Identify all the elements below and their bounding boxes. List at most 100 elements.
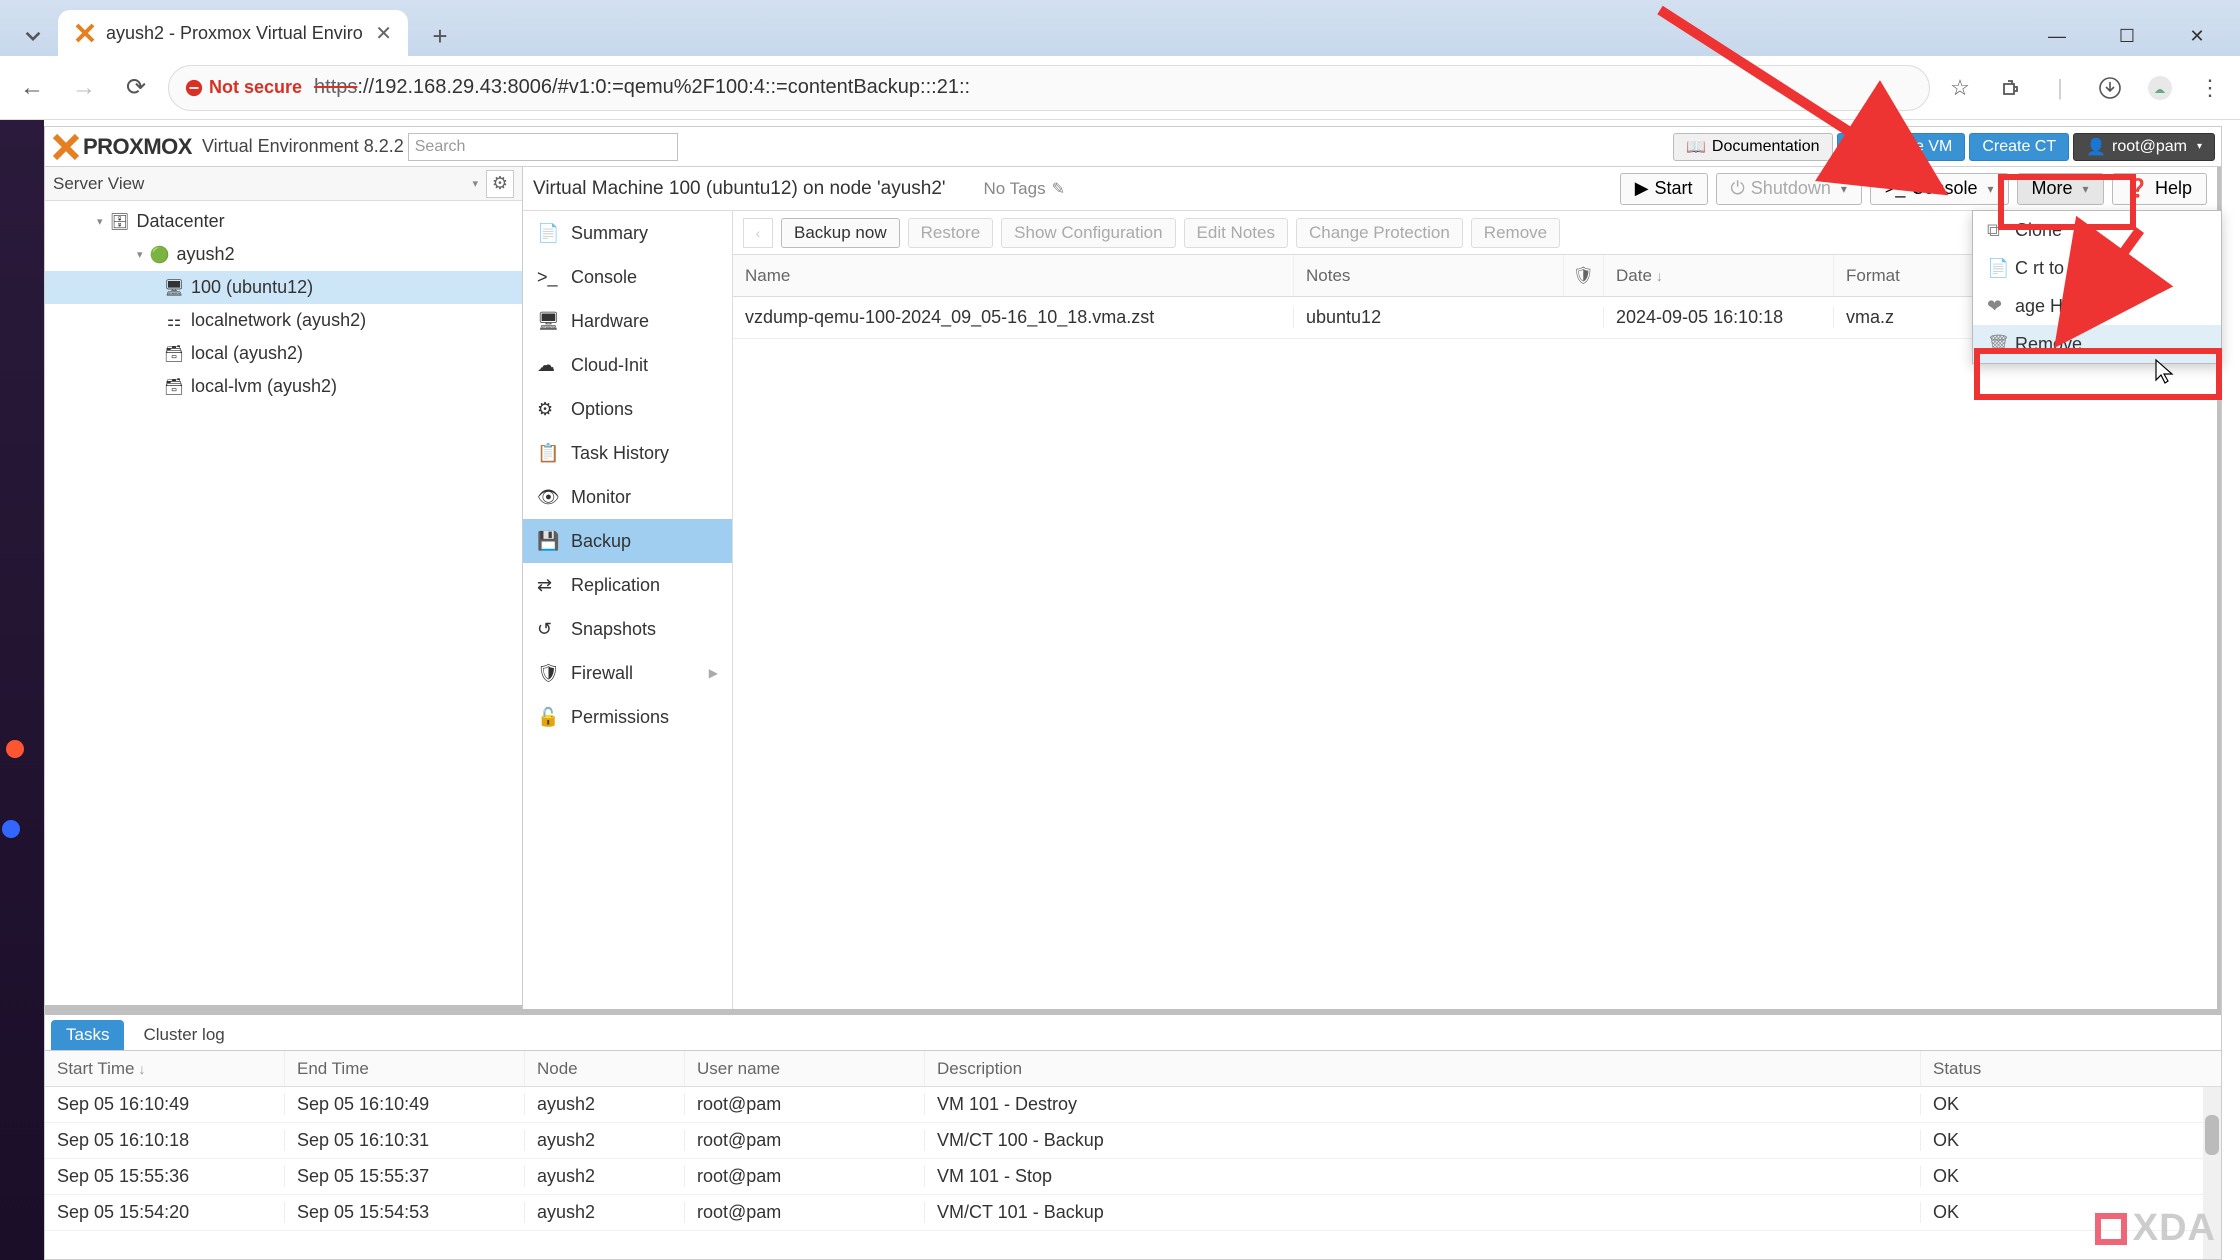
nav-item-summary[interactable]: 📄Summary [523, 211, 732, 255]
menu-item-remove[interactable]: 🗑Remove [1973, 325, 2221, 363]
forward-button[interactable]: → [64, 68, 104, 108]
sort-desc-icon: ↓ [138, 1061, 145, 1077]
shutdown-button[interactable]: ⏻Shutdown [1716, 173, 1862, 205]
task-node: ayush2 [525, 1130, 685, 1151]
tree-item-2[interactable]: 🖥100 (ubuntu12) [45, 271, 522, 304]
col-notes[interactable]: Notes [1293, 255, 1563, 296]
browser-tab[interactable]: ayush2 - Proxmox Virtual Enviro ✕ [58, 10, 408, 56]
power-icon: ⏻ [1731, 178, 1745, 199]
menu-icon[interactable]: ⋮ [2192, 70, 2228, 106]
back-button[interactable]: ← [12, 68, 52, 108]
create-vm-button[interactable]: 🖥Create VM [1837, 133, 1966, 161]
col-protection[interactable]: 🛡 [1563, 255, 1603, 296]
tree-dropdown-icon[interactable]: ▾ [472, 177, 478, 190]
col-node[interactable]: Node [525, 1051, 685, 1086]
page-prev-button[interactable]: ‹ [743, 218, 773, 248]
tree-settings-button[interactable]: ⚙ [486, 170, 514, 198]
tab-cluster-log[interactable]: Cluster log [128, 1020, 239, 1050]
extensions-icon[interactable] [1992, 70, 2028, 106]
create-ct-button[interactable]: Create CT [1969, 133, 2069, 161]
nav-item-backup[interactable]: 💾Backup [523, 519, 732, 563]
task-row[interactable]: Sep 05 15:55:36Sep 05 15:55:37ayush2root… [45, 1159, 2221, 1195]
nav-item-task-history[interactable]: 📋Task History [523, 431, 732, 475]
nav-label: Cloud-Init [571, 355, 648, 376]
task-end: Sep 05 15:54:53 [285, 1202, 525, 1223]
edit-notes-button[interactable]: Edit Notes [1184, 218, 1288, 248]
col-start-time[interactable]: Start Time↓ [45, 1051, 285, 1086]
proxmox-logo[interactable]: PROXMOX [51, 130, 192, 164]
divider-icon: | [2042, 70, 2078, 106]
nav-item-console[interactable]: >_Console [523, 255, 732, 299]
new-tab-button[interactable]: + [420, 16, 460, 56]
console-button[interactable]: >_Console [1870, 173, 2009, 205]
col-date[interactable]: Date↓ [1603, 255, 1833, 296]
not-secure-badge[interactable]: Not secure [185, 77, 302, 98]
nav-item-hardware[interactable]: 🖥Hardware [523, 299, 732, 343]
tab-search-dropdown[interactable] [8, 16, 58, 56]
close-tab-icon[interactable]: ✕ [375, 21, 392, 46]
user-menu-button[interactable]: 👤root@pam▾ [2073, 133, 2215, 161]
menu-icon: ⧉ [1987, 220, 2005, 241]
nav-item-replication[interactable]: ⇄Replication [523, 563, 732, 607]
col-name[interactable]: Name [733, 255, 1293, 296]
menu-item-clone[interactable]: ⧉ Clone [1973, 211, 2221, 249]
profile-icon[interactable] [2142, 70, 2178, 106]
col-description[interactable]: Description [925, 1051, 1921, 1086]
start-button[interactable]: ▶Start [1620, 173, 1708, 205]
proxmox-app: PROXMOX Virtual Environment 8.2.2 Search… [44, 126, 2222, 1260]
tree-item-5[interactable]: 🗃local-lvm (ayush2) [45, 370, 522, 403]
tree-item-label: localnetwork (ayush2) [191, 310, 366, 331]
tree-item-4[interactable]: 🗃local (ayush2) [45, 337, 522, 370]
nav-item-firewall[interactable]: 🛡Firewall▶ [523, 651, 732, 695]
tab-title: ayush2 - Proxmox Virtual Enviro [106, 23, 365, 44]
task-row[interactable]: Sep 05 16:10:49Sep 05 16:10:49ayush2root… [45, 1087, 2221, 1123]
storage-icon: 🗃 [163, 377, 185, 397]
reload-button[interactable]: ⟳ [116, 68, 156, 108]
task-row[interactable]: Sep 05 16:10:18Sep 05 16:10:31ayush2root… [45, 1123, 2221, 1159]
col-end-time[interactable]: End Time [285, 1051, 525, 1086]
help-button[interactable]: ❓Help [2112, 173, 2207, 205]
bookmark-icon[interactable]: ☆ [1942, 70, 1978, 106]
close-window-button[interactable]: ✕ [2162, 16, 2232, 56]
restore-button[interactable]: Restore [908, 218, 994, 248]
menu-item-manage-ha[interactable]: ❤ age HA [1973, 287, 2221, 325]
vm-icon: 🖥 [163, 278, 185, 298]
tree-item-3[interactable]: ⚏localnetwork (ayush2) [45, 304, 522, 337]
search-input[interactable]: Search [408, 133, 678, 161]
downloads-icon[interactable] [2092, 70, 2128, 106]
nav-item-options[interactable]: ⚙Options [523, 387, 732, 431]
scrollbar-thumb[interactable] [2205, 1115, 2219, 1155]
proxmox-x-icon [51, 132, 81, 162]
tree-header-label[interactable]: Server View [53, 174, 472, 194]
tree-item-1[interactable]: ▾🟢ayush2 [45, 238, 522, 271]
col-status[interactable]: Status [1921, 1051, 2221, 1086]
nav-item-monitor[interactable]: 👁Monitor [523, 475, 732, 519]
tree-item-0[interactable]: ▾🗄Datacenter [45, 205, 522, 238]
no-tags-label[interactable]: No Tags✎ [984, 179, 1065, 199]
nav-item-snapshots[interactable]: ↺Snapshots [523, 607, 732, 651]
remove-backup-button[interactable]: Remove [1471, 218, 1560, 248]
nav-icon: ⚙ [537, 399, 559, 420]
menu-icon: ❤ [1987, 296, 2005, 317]
nav-item-permissions[interactable]: 🔓Permissions [523, 695, 732, 739]
expand-icon[interactable]: ▾ [97, 215, 103, 228]
url-bar[interactable]: Not secure https://192.168.29.43:8006/#v… [168, 65, 1930, 111]
col-user[interactable]: User name [685, 1051, 925, 1086]
expand-icon[interactable]: ▾ [137, 248, 143, 261]
tree-header: Server View ▾ ⚙ [45, 167, 522, 201]
nav-item-cloud-init[interactable]: ☁Cloud-Init [523, 343, 732, 387]
menu-label: Clone [2015, 220, 2062, 241]
backup-now-button[interactable]: Backup now [781, 218, 900, 248]
menu-item-convert-to-template[interactable]: 📄C rt to template [1973, 249, 2221, 287]
documentation-button[interactable]: 📖Documentation [1673, 133, 1833, 161]
minimize-button[interactable]: — [2022, 16, 2092, 56]
task-row[interactable]: Sep 05 15:54:20Sep 05 15:54:53ayush2root… [45, 1195, 2221, 1231]
more-button[interactable]: More [2017, 173, 2104, 205]
help-icon: ❓ [2127, 178, 2149, 199]
change-protection-button[interactable]: Change Protection [1296, 218, 1463, 248]
maximize-button[interactable]: ☐ [2092, 16, 2162, 56]
task-log-panel: Tasks Cluster log Start Time↓ End Time N… [45, 1009, 2221, 1259]
tab-tasks[interactable]: Tasks [51, 1020, 124, 1050]
task-status: OK [1921, 1166, 2221, 1187]
show-config-button[interactable]: Show Configuration [1001, 218, 1175, 248]
